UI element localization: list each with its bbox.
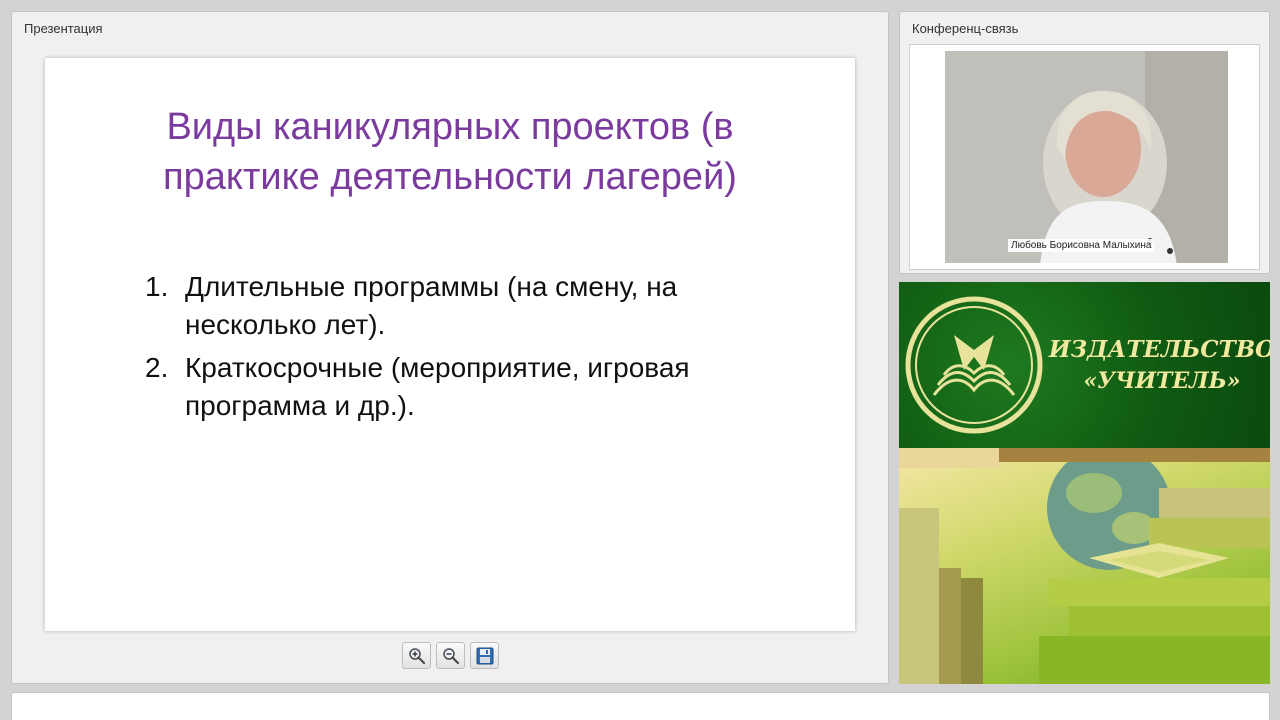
- slide-list-item: 1. Длительные программы (на смену, на не…: [145, 268, 785, 344]
- slide-title: Виды каникулярных проектов (в практике д…: [163, 106, 737, 198]
- zoom-out-button[interactable]: [436, 642, 465, 669]
- speaker-name-label: Любовь Борисовна Малыхина: [1008, 239, 1155, 252]
- books-globe-illustration-icon: [899, 446, 1270, 684]
- slide-list: 1. Длительные программы (на смену, на не…: [145, 268, 785, 430]
- bottom-bar: [11, 692, 1270, 720]
- presentation-toolbar: [402, 642, 499, 669]
- publisher-name-line2: «УЧИТЕЛЬ»: [1083, 368, 1241, 394]
- publisher-banner: ИЗДАТЕЛЬСТВО «УЧИТЕЛЬ»: [899, 282, 1270, 684]
- publisher-logo-icon: [905, 296, 1043, 434]
- slide-list-item: 2. Краткосрочные (мероприятие, игровая п…: [145, 349, 785, 425]
- speaker-silhouette-icon: [945, 51, 1228, 263]
- banner-header: ИЗДАТЕЛЬСТВО «УЧИТЕЛЬ»: [899, 282, 1270, 448]
- slide-item-number: 1.: [145, 271, 169, 302]
- save-button[interactable]: [470, 642, 499, 669]
- conference-panel: Конференц-связь Любовь Борисовна Малыхин…: [899, 11, 1270, 274]
- zoom-out-icon: [442, 647, 459, 664]
- video-container: Любовь Борисовна Малыхина: [909, 44, 1260, 270]
- publisher-name-line1: ИЗДАТЕЛЬСТВО: [1048, 336, 1270, 363]
- slide: Виды каникулярных проектов (в практике д…: [45, 58, 855, 631]
- zoom-in-icon: [408, 647, 425, 664]
- presentation-panel: Презентация Виды каникулярных проектов (…: [11, 11, 889, 684]
- slide-item-text: Длительные программы (на смену, на неско…: [185, 271, 678, 340]
- banner-image: [899, 446, 1270, 684]
- slide-item-text: Краткосрочные (мероприятие, игровая прог…: [185, 352, 690, 421]
- presentation-panel-title: Презентация: [24, 21, 103, 36]
- floppy-disk-icon: [476, 647, 493, 664]
- slide-item-number: 2.: [145, 352, 169, 383]
- zoom-in-button[interactable]: [402, 642, 431, 669]
- conference-panel-title: Конференц-связь: [912, 21, 1019, 36]
- speaker-video[interactable]: Любовь Борисовна Малыхина: [945, 51, 1228, 263]
